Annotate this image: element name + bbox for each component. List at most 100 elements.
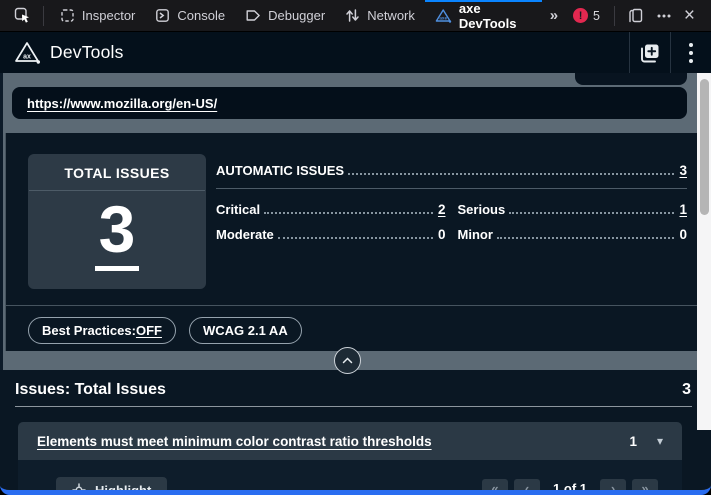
best-practices-state: OFF — [136, 323, 162, 338]
highlight-label: Highlight — [95, 483, 151, 495]
axe-header: ax DevTools — [0, 32, 711, 73]
pick-element-icon — [14, 7, 31, 24]
axe-logo-icon: axe — [435, 8, 452, 24]
tabbar-separator — [43, 6, 44, 26]
dotted-leader — [509, 212, 674, 214]
issue-accordion-header[interactable]: Elements must meet minimum color contras… — [18, 422, 682, 460]
scrollbar-track[interactable] — [697, 73, 711, 430]
tab-label: axe DevTools — [459, 1, 532, 31]
new-scan-button[interactable] — [630, 32, 670, 73]
wcag-standard-label: WCAG 2.1 AA — [203, 323, 288, 338]
axe-header-logo-icon: ax — [14, 40, 41, 65]
severity-grid: Critical 2 Serious 1 Moderate 0 — [216, 202, 687, 242]
total-issues-label: TOTAL ISSUES — [28, 154, 206, 190]
last-page-button[interactable]: » — [632, 479, 658, 495]
tab-network[interactable]: Network — [335, 0, 425, 32]
summary-divider — [216, 188, 687, 189]
wcag-standard-pill[interactable]: WCAG 2.1 AA — [189, 317, 302, 344]
highlight-button[interactable]: Highlight — [56, 477, 167, 495]
best-practices-toggle[interactable]: Best Practices: OFF — [28, 317, 176, 344]
chevron-up-icon — [341, 356, 354, 365]
chevron-down-icon[interactable]: ▾ — [657, 434, 663, 448]
severity-row-moderate: Moderate 0 — [216, 227, 446, 242]
total-card-divider — [29, 190, 205, 191]
partially-scrolled-element — [575, 73, 687, 85]
tabbar-separator — [614, 6, 615, 26]
best-practices-label: Best Practices: — [42, 323, 136, 338]
meatball-menu-icon — [656, 8, 672, 24]
previous-page-button[interactable]: ‹ — [514, 479, 540, 495]
automatic-issues-row: AUTOMATIC ISSUES 3 — [216, 163, 687, 178]
first-page-button[interactable]: « — [482, 479, 508, 495]
issues-heading: Issues: Total Issues — [15, 381, 166, 399]
issues-heading-divider — [15, 406, 692, 407]
tab-overflow-button[interactable]: » — [542, 7, 565, 24]
axe-header-title: DevTools — [50, 42, 124, 63]
tab-label: Network — [367, 8, 415, 23]
axe-content-area: https://www.mozilla.org/en-US/ TOTAL ISS… — [0, 73, 711, 490]
filter-pills: Best Practices: OFF WCAG 2.1 AA — [28, 317, 302, 344]
severity-row-critical: Critical 2 — [216, 202, 446, 217]
severity-row-serious: Serious 1 — [458, 202, 688, 217]
tab-inspector[interactable]: Inspector — [50, 0, 145, 32]
minor-value: 0 — [679, 227, 687, 242]
issue-count-badge: 1 — [629, 434, 637, 449]
tab-console[interactable]: Console — [145, 0, 235, 32]
automatic-issues-label: AUTOMATIC ISSUES — [216, 163, 344, 178]
serious-label: Serious — [458, 202, 506, 217]
collapse-summary-button[interactable] — [334, 347, 361, 374]
kebab-menu-button[interactable] — [671, 32, 711, 73]
devtools-tabbar: Inspector Console Debugger Network axe a… — [0, 0, 711, 32]
summary-breakdown: AUTOMATIC ISSUES 3 Critical 2 Serious 1 — [216, 163, 687, 242]
kebab-menu-icon — [688, 42, 694, 64]
issues-section: Issues: Total Issues 3 Elements must mee… — [0, 370, 711, 490]
serious-value[interactable]: 1 — [679, 202, 687, 217]
tab-label: Debugger — [268, 8, 325, 23]
debugger-icon — [245, 8, 261, 23]
issue-pagination: « ‹ 1 of 1 › » — [482, 477, 658, 495]
critical-label: Critical — [216, 202, 260, 217]
summary-panel: TOTAL ISSUES 3 AUTOMATIC ISSUES 3 Critic… — [5, 133, 697, 351]
scrollbar-thumb[interactable] — [700, 79, 709, 215]
close-devtools-button[interactable]: × — [678, 0, 701, 32]
dotted-leader — [348, 173, 674, 175]
severity-row-minor: Minor 0 — [458, 227, 688, 242]
svg-text:axe: axe — [439, 15, 447, 20]
issues-total-count: 3 — [682, 381, 691, 399]
responsive-mode-icon — [627, 7, 644, 24]
next-page-button[interactable]: › — [600, 479, 626, 495]
console-icon — [155, 8, 170, 23]
total-issues-value[interactable]: 3 — [95, 196, 140, 271]
highlight-target-icon — [72, 483, 86, 495]
issue-rule-link[interactable]: Elements must meet minimum color contras… — [37, 434, 629, 449]
inspector-icon — [60, 8, 75, 23]
add-document-icon — [638, 41, 662, 65]
scanned-url-card: https://www.mozilla.org/en-US/ — [12, 87, 687, 119]
pick-element-button[interactable] — [8, 0, 37, 32]
dotted-leader — [264, 212, 433, 214]
tab-label: Inspector — [82, 8, 135, 23]
dotted-leader — [497, 237, 675, 239]
filters-divider — [6, 305, 697, 306]
dotted-leader — [278, 237, 433, 239]
issues-header-row: Issues: Total Issues 3 — [15, 381, 691, 399]
automatic-issues-value[interactable]: 3 — [679, 163, 687, 178]
tab-debugger[interactable]: Debugger — [235, 0, 335, 32]
error-badge-icon: ! — [573, 8, 588, 23]
tab-label: Console — [177, 8, 225, 23]
moderate-label: Moderate — [216, 227, 274, 242]
page-indicator: 1 of 1 — [553, 481, 587, 495]
critical-value[interactable]: 2 — [438, 202, 446, 217]
scanned-url-link[interactable]: https://www.mozilla.org/en-US/ — [27, 96, 217, 111]
meatball-menu-button[interactable] — [650, 0, 678, 32]
minor-label: Minor — [458, 227, 493, 242]
svg-text:ax: ax — [23, 54, 31, 61]
error-count: 5 — [593, 9, 600, 23]
tab-axe-devtools[interactable]: axe axe DevTools — [425, 0, 542, 32]
devtools-window: Inspector Console Debugger Network axe a… — [0, 0, 711, 495]
responsive-mode-button[interactable] — [621, 0, 650, 32]
moderate-value: 0 — [438, 227, 446, 242]
error-badge-button[interactable]: ! 5 — [565, 8, 608, 23]
issue-detail-toolbar: Highlight « ‹ 1 of 1 › » — [18, 460, 682, 495]
network-icon — [345, 8, 360, 23]
